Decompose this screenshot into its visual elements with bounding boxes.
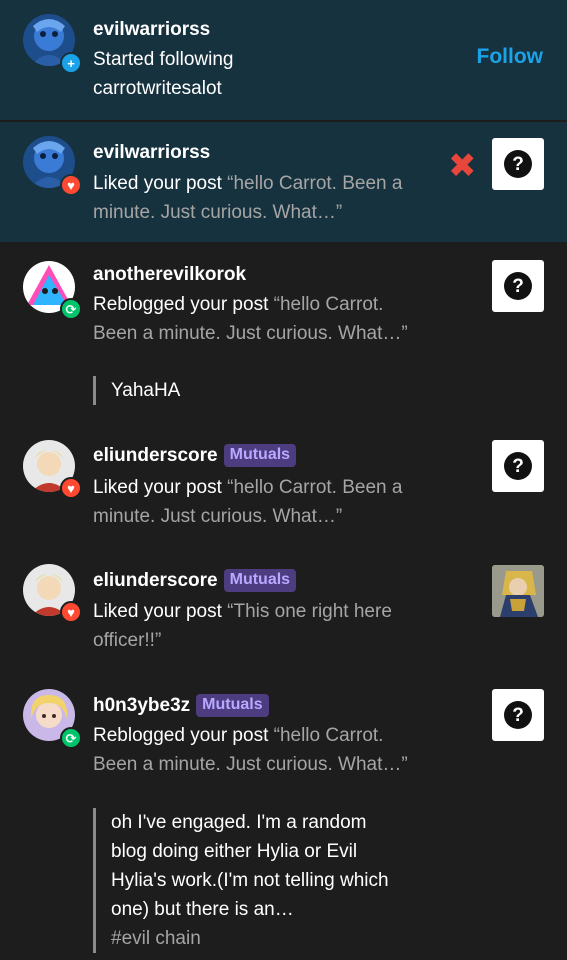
question-mark-icon: ? [504,272,532,300]
follow-button[interactable]: Follow [477,45,544,69]
notification-like[interactable]: ♥ eliunderscore Mutuals Liked your post … [0,547,567,672]
close-icon[interactable]: ✖ [448,149,477,183]
notification-text[interactable]: Liked your post “hello Carrot. Been a mi… [93,169,423,227]
reply-text: oh I've engaged. I'm a random blog doing… [111,812,389,920]
notification-reblog[interactable]: ⟳ h0n3ybe3z Mutuals Reblogged your post … [0,672,567,960]
notification-text[interactable]: Reblogged your post “hello Carrot. Been … [93,290,413,348]
reblog-icon: ⟳ [60,727,82,749]
post-image-thumbnail[interactable] [492,565,544,617]
action-text: Liked your post [93,173,222,194]
username-link[interactable]: eliunderscore [93,570,218,592]
username[interactable]: evilwarriorss [93,142,210,164]
question-mark-icon: ? [504,150,532,178]
username[interactable]: eliunderscore Mutuals [93,444,297,467]
notification-text[interactable]: Liked your post “hello Carrot. Been a mi… [93,473,423,531]
notification-follow[interactable]: + evilwarriorss Started following carrot… [0,0,567,120]
post-thumbnail[interactable]: ? [492,440,544,492]
heart-icon: ♥ [60,174,82,196]
notification-text: Started following carrotwritesalot [93,45,423,103]
mutuals-badge: Mutuals [196,694,269,717]
post-thumbnail[interactable]: ? [492,689,544,741]
notification-reblog[interactable]: ⟳ anotherevilkorok Reblogged your post “… [0,242,567,422]
username-link[interactable]: eliunderscore [93,445,218,467]
reblog-comment: YahaHA [93,376,180,405]
action-text: Liked your post [93,477,222,498]
username-link[interactable]: anotherevilkorok [93,264,246,286]
username-link[interactable]: evilwarriorss [93,142,210,164]
heart-icon: ♥ [60,601,82,623]
post-thumbnail[interactable]: ? [492,260,544,312]
username[interactable]: evilwarriorss [93,19,210,41]
username-link[interactable]: h0n3ybe3z [93,695,190,717]
follow-badge-icon: + [60,52,82,74]
username[interactable]: anotherevilkorok [93,264,246,286]
reblog-comment: oh I've engaged. I'm a random blog doing… [93,808,391,953]
notification-text[interactable]: Reblogged your post “hello Carrot. Been … [93,721,413,779]
reply-tag[interactable]: #evil chain [111,924,391,953]
heart-icon: ♥ [60,477,82,499]
action-text: Reblogged your post [93,725,269,746]
notification-like[interactable]: ♥ eliunderscore Mutuals Liked your post … [0,422,567,547]
notification-text[interactable]: Liked your post “This one right here off… [93,597,393,655]
username-link[interactable]: evilwarriorss [93,19,210,41]
username[interactable]: eliunderscore Mutuals [93,569,297,592]
action-text: Reblogged your post [93,294,269,315]
action-text: Liked your post [93,601,222,622]
username[interactable]: h0n3ybe3z Mutuals [93,694,269,717]
target-text[interactable]: carrotwritesalot [93,74,423,103]
question-mark-icon: ? [504,701,532,729]
reply-text: YahaHA [111,380,181,401]
post-thumbnail[interactable]: ? [492,138,544,190]
action-text: Started following [93,49,234,70]
mutuals-badge: Mutuals [223,444,297,467]
notification-like[interactable]: ♥ evilwarriorss Liked your post “hello C… [0,122,567,242]
mutuals-badge: Mutuals [223,569,297,592]
reblog-icon: ⟳ [60,298,82,320]
question-mark-icon: ? [504,452,532,480]
